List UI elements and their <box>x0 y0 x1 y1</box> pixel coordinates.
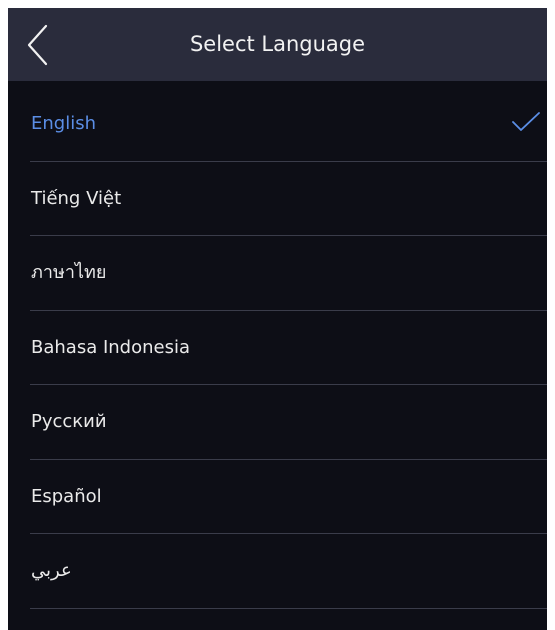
language-list: English Tiếng Việt ภาษาไทย Bahasa Indone… <box>8 87 547 609</box>
language-label: English <box>31 113 96 134</box>
page-title: Select Language <box>189 32 366 56</box>
header-bar: Select Language <box>8 8 547 81</box>
language-item-english[interactable]: English <box>8 87 547 162</box>
language-item-spanish[interactable]: Español <box>8 460 547 534</box>
divider <box>30 607 547 609</box>
language-item-indonesian[interactable]: Bahasa Indonesia <box>8 311 547 385</box>
checkmark-icon <box>511 111 541 133</box>
language-label: Bahasa Indonesia <box>31 336 190 358</box>
language-label: ภาษาไทย <box>31 262 107 283</box>
language-label: Español <box>31 485 102 507</box>
language-item-thai[interactable]: ภาษาไทย <box>8 236 547 311</box>
language-item-vietnamese[interactable]: Tiếng Việt <box>8 162 547 236</box>
language-item-russian[interactable]: Русский <box>8 385 547 460</box>
language-label: Русский <box>31 411 107 432</box>
language-label: Tiếng Việt <box>31 187 122 209</box>
language-screen: Select Language English Tiếng Việt ภาษาไ… <box>8 8 547 630</box>
language-label: عربي <box>31 560 72 581</box>
language-item-arabic[interactable]: عربي <box>8 534 547 609</box>
